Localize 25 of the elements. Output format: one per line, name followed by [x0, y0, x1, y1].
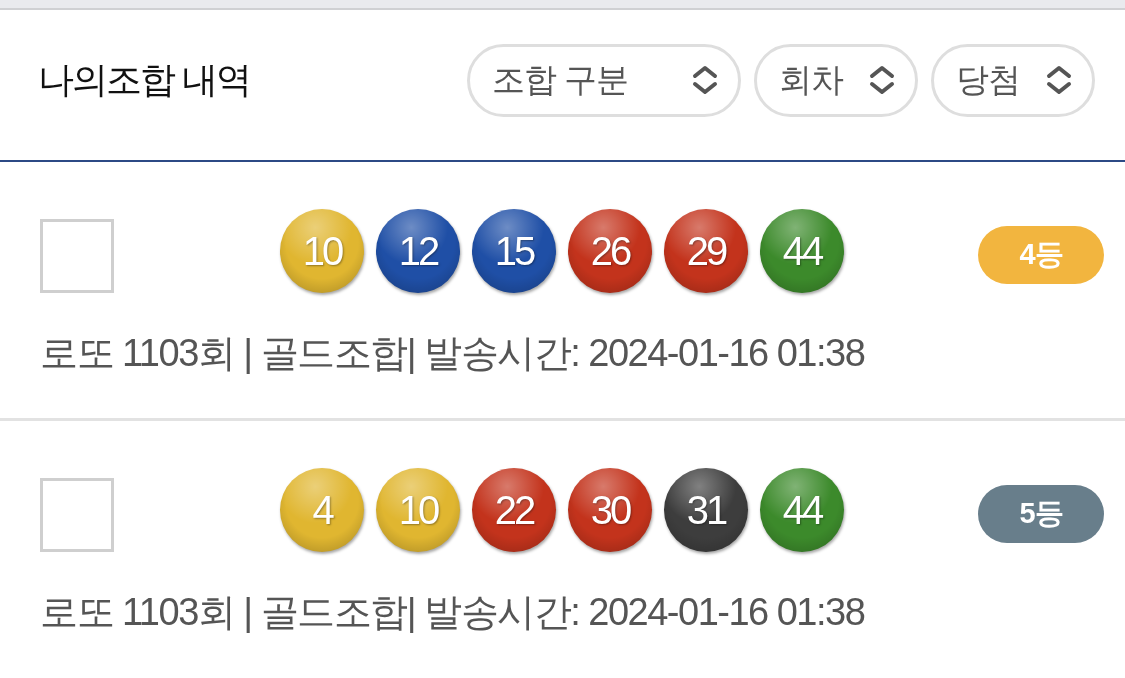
prize-rank-badge: 5등	[978, 485, 1104, 543]
combination-info: 로또 1103회 | 골드조합| 발송시간: 2024-01-16 01:38	[40, 590, 865, 635]
lotto-ball: 10	[280, 209, 364, 293]
filter-dropdown[interactable]: 회차	[754, 43, 918, 117]
filter-dropdown[interactable]: 조합 구분	[467, 43, 741, 117]
lotto-ball: 44	[760, 209, 844, 293]
up-down-chevron-icon	[869, 65, 895, 95]
lotto-ball: 22	[472, 468, 556, 552]
filter-dropdown[interactable]: 당첨	[931, 43, 1095, 117]
lotto-ball: 31	[664, 468, 748, 552]
lotto-ball: 4	[280, 468, 364, 552]
lotto-ball: 12	[376, 209, 460, 293]
combination-info: 로또 1103회 | 골드조합| 발송시간: 2024-01-16 01:38	[40, 331, 865, 376]
lotto-ball: 30	[568, 468, 652, 552]
prize-rank-badge: 4등	[978, 226, 1104, 284]
up-down-chevron-icon	[1046, 65, 1072, 95]
lotto-ball: 15	[472, 209, 556, 293]
checkbox[interactable]	[40, 219, 114, 293]
up-down-chevron-icon	[692, 65, 718, 95]
lotto-ball: 10	[376, 468, 460, 552]
lotto-ball: 29	[664, 209, 748, 293]
lotto-ball: 44	[760, 468, 844, 552]
page-title: 나의조합 내역	[38, 57, 250, 102]
checkbox[interactable]	[40, 478, 114, 552]
lotto-ball: 26	[568, 209, 652, 293]
